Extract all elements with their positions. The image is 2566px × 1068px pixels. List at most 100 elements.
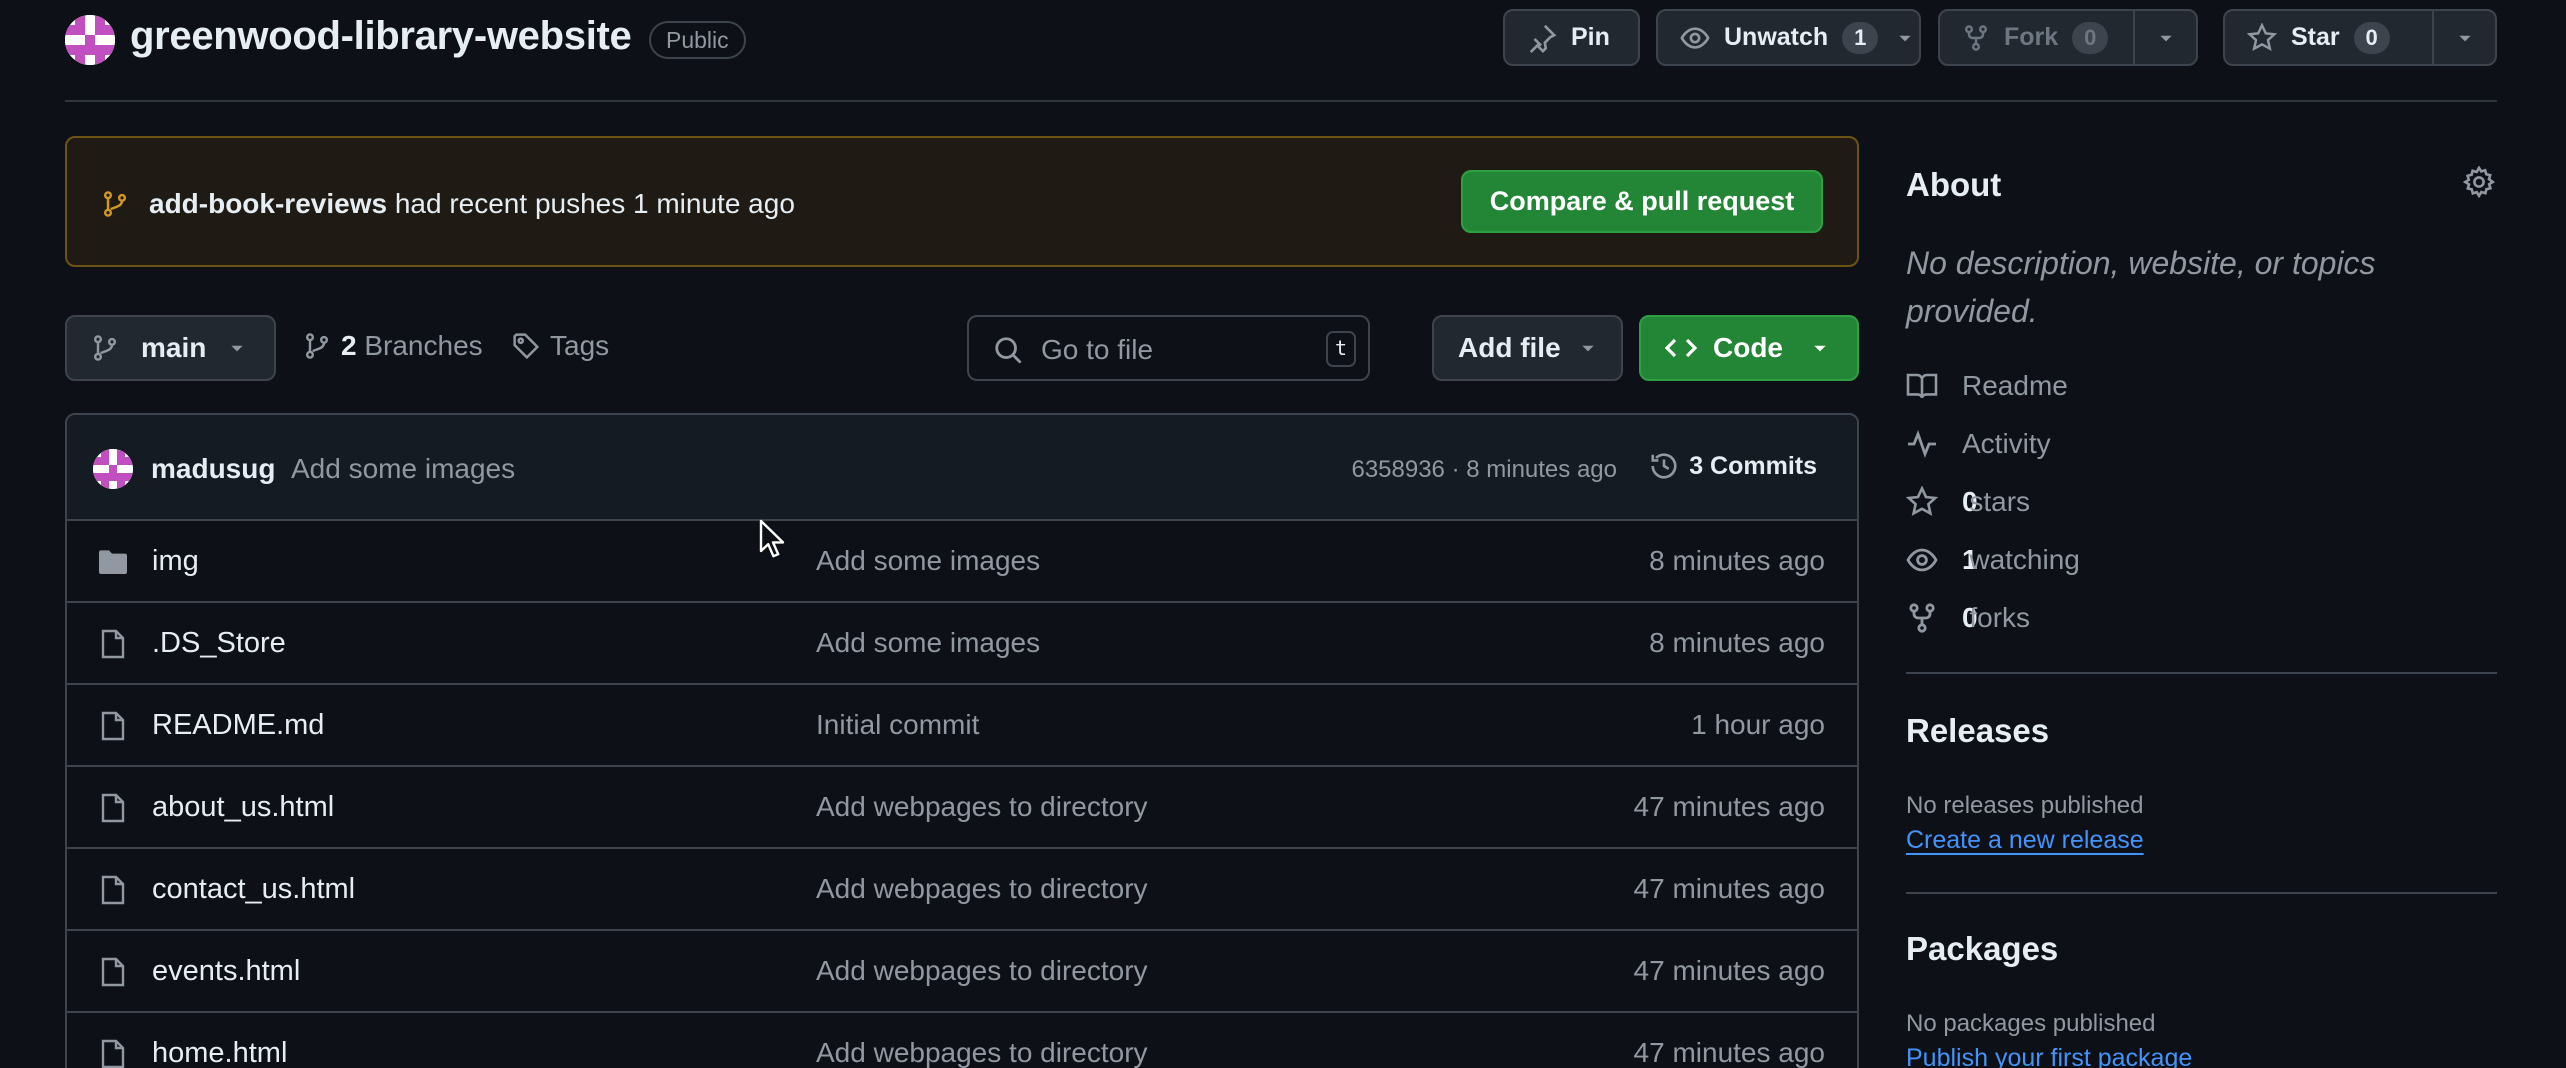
watching-label: watching: [1969, 544, 2080, 575]
recent-push-banner: add-book-reviews had recent pushes 1 min…: [65, 136, 1859, 267]
eye-icon: [1906, 548, 1938, 572]
forks-link[interactable]: 0 forks: [1906, 602, 2030, 634]
code-button[interactable]: Code: [1639, 315, 1859, 381]
create-release-link[interactable]: Create a new release: [1906, 826, 2144, 855]
recent-push-text: add-book-reviews had recent pushes 1 min…: [149, 188, 795, 220]
tags-label: Tags: [550, 330, 610, 361]
commit-author-avatar[interactable]: [93, 449, 133, 489]
go-to-file-search[interactable]: Go to file t: [967, 315, 1370, 381]
file-commit-message[interactable]: Add webpages to directory: [816, 1037, 1148, 1068]
fork-icon: [1964, 24, 1988, 51]
file-commit-message[interactable]: Add some images: [816, 545, 1040, 577]
chevron-down-icon[interactable]: [1896, 29, 1914, 47]
branches-count: 2: [341, 330, 357, 361]
star-button[interactable]: Star 0: [2223, 9, 2497, 66]
pushed-branch-name[interactable]: add-book-reviews: [149, 188, 387, 219]
gear-icon[interactable]: [2463, 166, 2495, 198]
table-row[interactable]: README.md Initial commit 1 hour ago: [67, 685, 1857, 767]
sidebar-divider: [1906, 672, 2497, 674]
file-commit-message[interactable]: Add webpages to directory: [816, 791, 1148, 823]
tag-icon: [513, 333, 540, 360]
file-commit-message[interactable]: Initial commit: [816, 709, 979, 741]
file-name-link[interactable]: events.html: [152, 955, 300, 988]
releases-heading[interactable]: Releases: [1906, 712, 2049, 750]
eye-icon: [1680, 26, 1710, 49]
file-name-link[interactable]: img: [152, 545, 199, 578]
packages-heading[interactable]: Packages: [1906, 930, 2058, 968]
about-heading: About: [1906, 166, 2002, 203]
code-label: Code: [1713, 332, 1783, 363]
compare-pull-request-button[interactable]: Compare & pull request: [1461, 170, 1823, 233]
repo-name-link[interactable]: greenwood-library-website: [130, 14, 632, 59]
current-branch-label: main: [141, 332, 207, 363]
file-commit-time: 8 minutes ago: [1649, 545, 1825, 576]
publish-package-link[interactable]: Publish your first package: [1906, 1044, 2192, 1068]
branch-icon: [93, 335, 117, 361]
commit-message[interactable]: Add some images: [291, 453, 515, 485]
file-icon: [97, 874, 129, 906]
table-row[interactable]: .DS_Store Add some images 8 minutes ago: [67, 603, 1857, 685]
releases-empty-text: No releases published: [1906, 792, 2144, 819]
file-name-link[interactable]: README.md: [152, 709, 324, 742]
file-commit-message[interactable]: Add some images: [816, 627, 1040, 659]
unwatch-button[interactable]: Unwatch 1: [1656, 9, 1921, 66]
chevron-down-icon: [2159, 35, 2172, 41]
latest-commit-bar: madusug Add some images 6358936 · 8 minu…: [67, 415, 1857, 521]
packages-empty-text: No packages published: [1906, 1010, 2156, 1037]
file-name-link[interactable]: home.html: [152, 1037, 287, 1068]
readme-link[interactable]: Readme: [1906, 370, 2068, 402]
star-counter: 0: [2353, 21, 2390, 54]
pin-label: Pin: [1571, 23, 1610, 51]
file-commit-time: 47 minutes ago: [1633, 873, 1825, 904]
chevron-down-icon: [1582, 345, 1594, 352]
file-commit-message[interactable]: Add webpages to directory: [816, 955, 1148, 987]
branch-selector[interactable]: main: [65, 315, 276, 381]
branches-link[interactable]: 2 Branches: [303, 330, 483, 362]
commit-author[interactable]: madusug: [151, 453, 275, 485]
file-commit-time: 47 minutes ago: [1633, 1037, 1825, 1068]
fork-button[interactable]: Fork 0: [1938, 9, 2198, 66]
star-dropdown[interactable]: [2432, 11, 2495, 64]
star-icon: [1906, 486, 1938, 516]
search-placeholder: Go to file: [1041, 334, 1154, 365]
table-row[interactable]: home.html Add webpages to directory 47 min…: [67, 1013, 1857, 1068]
chevron-down-icon: [231, 345, 243, 352]
owner-avatar[interactable]: [65, 15, 115, 65]
fork-dropdown[interactable]: [2133, 11, 2196, 64]
readme-label: Readme: [1962, 370, 2068, 401]
file-icon: [97, 956, 129, 988]
file-browser: madusug Add some images 6358936 · 8 minu…: [65, 413, 1859, 1068]
table-row[interactable]: contact_us.html Add webpages to directory…: [67, 849, 1857, 931]
commit-hash-time[interactable]: 6358936 · 8 minutes ago: [1351, 456, 1617, 484]
tags-link[interactable]: Tags: [512, 330, 609, 362]
search-icon: [995, 337, 1022, 364]
sidebar-divider: [1906, 892, 2497, 894]
activity-label: Activity: [1962, 428, 2051, 459]
file-name-link[interactable]: about_us.html: [152, 791, 334, 824]
chevron-down-icon: [2458, 35, 2471, 41]
watch-counter: 1: [1842, 21, 1879, 54]
stars-link[interactable]: 0 stars: [1906, 486, 2030, 518]
mouse-cursor-icon: [759, 519, 785, 558]
chevron-down-icon: [1814, 345, 1826, 352]
file-icon: [97, 1038, 129, 1068]
book-icon: [1906, 373, 1938, 399]
search-shortcut-key: t: [1326, 331, 1356, 367]
add-file-button[interactable]: Add file: [1432, 315, 1623, 381]
history-icon: [1651, 453, 1677, 479]
commits-history-link[interactable]: 3 Commits: [1649, 451, 1817, 481]
file-name-link[interactable]: contact_us.html: [152, 873, 355, 906]
recent-push-suffix: had recent pushes 1 minute ago: [387, 188, 795, 219]
table-row[interactable]: events.html Add webpages to directory 47 m…: [67, 931, 1857, 1013]
table-row[interactable]: about_us.html Add webpages to directory 47…: [67, 767, 1857, 849]
table-row[interactable]: img Add some images 8 minutes ago: [67, 521, 1857, 603]
pin-button[interactable]: Pin: [1503, 9, 1640, 66]
file-name-link[interactable]: .DS_Store: [152, 627, 286, 660]
watchers-link[interactable]: 1 watching: [1906, 544, 2080, 576]
file-commit-message[interactable]: Add webpages to directory: [816, 873, 1148, 905]
file-commit-time: 1 hour ago: [1691, 709, 1825, 740]
branch-icon: [305, 333, 329, 359]
repo-header: greenwood-library-website Public Pin Unw…: [65, 0, 2497, 102]
pin-icon: [1529, 24, 1557, 53]
activity-link[interactable]: Activity: [1906, 428, 2051, 460]
